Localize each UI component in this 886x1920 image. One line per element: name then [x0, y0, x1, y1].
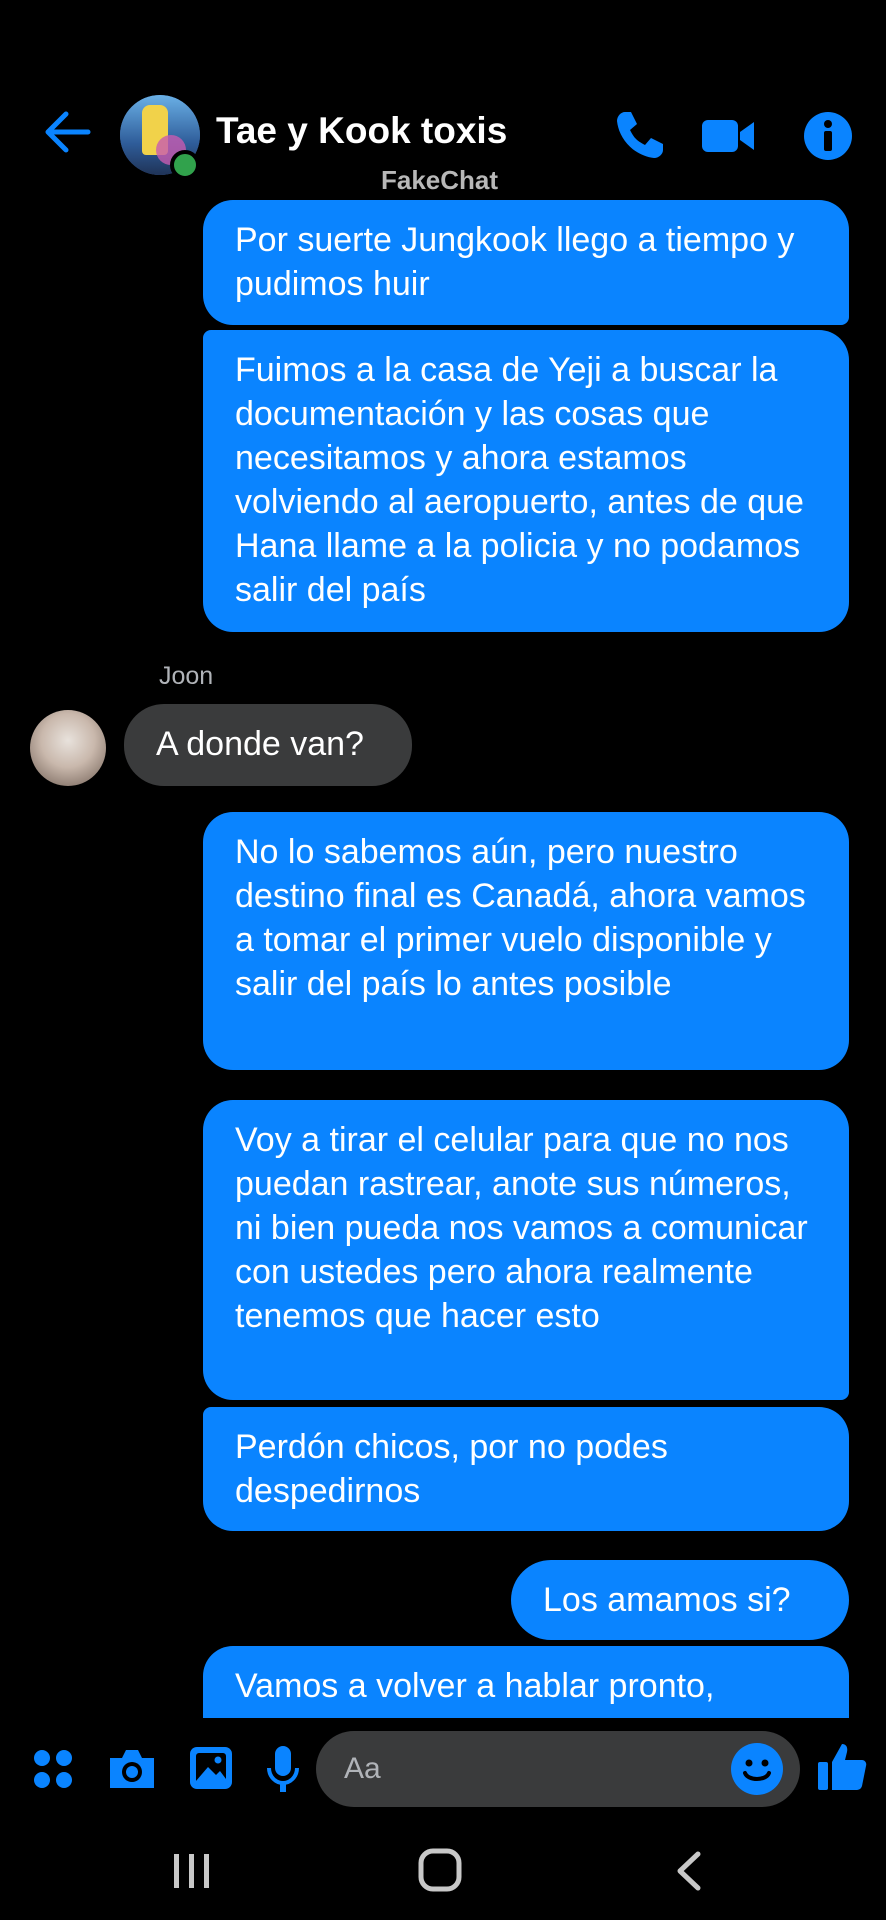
message-out[interactable]: Voy a tirar el celular para que no nos p… — [203, 1100, 849, 1400]
chat-title[interactable]: Tae y Kook toxis — [216, 110, 507, 152]
message-out[interactable]: No lo sabemos aún, pero nuestro destino … — [203, 812, 849, 1070]
phone-icon[interactable] — [611, 108, 667, 164]
watermark: FakeChat — [381, 165, 499, 195]
back-arrow-icon[interactable] — [40, 104, 96, 160]
sender-avatar[interactable] — [30, 710, 106, 786]
message-out[interactable]: Por suerte Jungkook llego a tiempo y pud… — [203, 200, 849, 325]
camera-icon[interactable] — [106, 1746, 158, 1792]
chat-header: Tae y Kook toxis FakeChat — [0, 0, 886, 200]
info-icon[interactable] — [800, 108, 856, 164]
message-out[interactable]: Fuimos a la casa de Yeji a buscar la doc… — [203, 330, 849, 632]
thumbs-up-icon[interactable] — [816, 1740, 868, 1792]
system-nav-bar — [0, 1820, 886, 1920]
message-input-placeholder: Aa — [344, 1752, 381, 1785]
message-out[interactable]: Perdón chicos, por no podes despedirnos — [203, 1407, 849, 1531]
online-status-dot — [170, 150, 200, 180]
message-out[interactable]: Vamos a volver a hablar pronto, — [203, 1646, 849, 1718]
home-icon[interactable] — [418, 1848, 462, 1892]
back-icon[interactable] — [674, 1850, 704, 1892]
message-list[interactable]: Por suerte Jungkook llego a tiempo y pud… — [0, 200, 886, 1718]
message-in[interactable]: A donde van? — [124, 704, 412, 786]
apps-grid-icon[interactable] — [32, 1748, 74, 1790]
microphone-icon[interactable] — [266, 1744, 300, 1794]
video-camera-icon[interactable] — [700, 108, 756, 164]
message-out[interactable]: Los amamos si? — [511, 1560, 849, 1640]
message-input[interactable] — [316, 1731, 800, 1807]
emoji-icon[interactable] — [730, 1742, 784, 1796]
recent-apps-icon[interactable] — [172, 1852, 212, 1890]
gallery-icon[interactable] — [188, 1745, 234, 1791]
sender-name: Joon — [159, 662, 214, 690]
